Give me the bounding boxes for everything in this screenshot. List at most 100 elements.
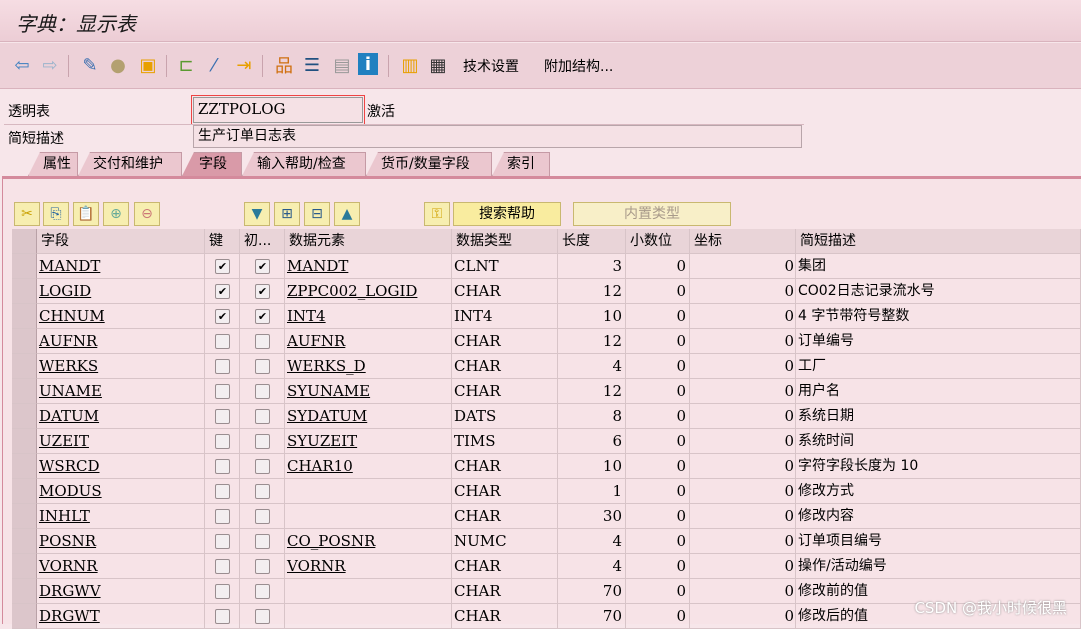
col-decimals[interactable]: 小数位 — [626, 229, 690, 254]
initial-checkbox[interactable] — [255, 484, 270, 499]
magic-wand-icon[interactable]: ⁄ — [202, 53, 226, 77]
data-type-cell[interactable]: CHAR — [452, 554, 558, 579]
short-desc-cell[interactable]: 系统日期 — [796, 404, 1081, 429]
key-checkbox[interactable] — [215, 609, 230, 624]
key-checkbox[interactable] — [215, 359, 230, 374]
paste-icon[interactable]: 📋 — [73, 202, 99, 226]
col-data-element[interactable]: 数据元素 — [285, 229, 452, 254]
short-desc-cell[interactable]: 集团 — [796, 254, 1081, 279]
sort-icon[interactable]: ▲ — [334, 202, 360, 226]
initial-checkbox[interactable] — [255, 409, 270, 424]
data-type-cell[interactable]: CHAR — [452, 354, 558, 379]
short-desc-cell[interactable]: 字符字段长度为 10 — [796, 454, 1081, 479]
coordinate-cell[interactable]: 0 — [690, 279, 796, 304]
append-structure-button[interactable]: 附加结构... — [544, 56, 613, 76]
field-name-cell[interactable]: VORNR — [37, 554, 205, 579]
data-element-cell[interactable]: SYDATUM — [285, 404, 452, 429]
col-short-desc[interactable]: 简短描述 — [796, 229, 1081, 254]
data-type-cell[interactable]: TIMS — [452, 429, 558, 454]
field-name-cell[interactable]: CHNUM — [37, 304, 205, 329]
columns-icon[interactable]: ▦ — [426, 53, 450, 77]
search-help-button[interactable]: 搜索帮助 — [453, 202, 561, 226]
coordinate-cell[interactable]: 0 — [690, 604, 796, 629]
coordinate-cell[interactable]: 0 — [690, 554, 796, 579]
row-selector[interactable] — [12, 604, 37, 629]
length-cell[interactable]: 12 — [558, 279, 626, 304]
initial-checkbox[interactable] — [255, 459, 270, 474]
insert-row-icon[interactable]: ⊕ — [103, 202, 129, 226]
coordinate-cell[interactable]: 0 — [690, 354, 796, 379]
data-type-cell[interactable]: NUMC — [452, 529, 558, 554]
row-selector[interactable] — [12, 479, 37, 504]
layout-icon[interactable]: ▤ — [330, 53, 354, 77]
initial-checkbox[interactable] — [255, 434, 270, 449]
field-name-cell[interactable]: UNAME — [37, 379, 205, 404]
initial-checkbox[interactable]: ✔ — [255, 309, 270, 324]
data-type-cell[interactable]: CHAR — [452, 329, 558, 354]
fields-icon[interactable]: ▥ — [398, 53, 422, 77]
row-selector[interactable] — [12, 254, 37, 279]
decimals-cell[interactable]: 0 — [626, 554, 690, 579]
decimals-cell[interactable]: 0 — [626, 479, 690, 504]
tech-settings-button[interactable]: 技术设置 — [463, 56, 519, 76]
initial-checkbox[interactable] — [255, 384, 270, 399]
length-cell[interactable]: 8 — [558, 404, 626, 429]
coordinate-cell[interactable]: 0 — [690, 529, 796, 554]
decimals-cell[interactable]: 0 — [626, 404, 690, 429]
row-selector[interactable] — [12, 529, 37, 554]
decimals-cell[interactable]: 0 — [626, 304, 690, 329]
key-checkbox[interactable] — [215, 484, 230, 499]
short-desc-cell[interactable]: CO02日志记录流水号 — [796, 279, 1081, 304]
short-desc-cell[interactable]: 修改内容 — [796, 504, 1081, 529]
tab-input-help-check[interactable]: 输入帮助/检查 — [242, 152, 366, 176]
short-desc-cell[interactable]: 订单项目编号 — [796, 529, 1081, 554]
decimals-cell[interactable]: 0 — [626, 529, 690, 554]
decimals-cell[interactable]: 0 — [626, 504, 690, 529]
decimals-cell[interactable]: 0 — [626, 254, 690, 279]
tab-fields[interactable]: 字段 — [182, 152, 242, 176]
coordinate-cell[interactable]: 0 — [690, 579, 796, 604]
col-key[interactable]: 键 — [205, 229, 240, 254]
col-length[interactable]: 长度 — [558, 229, 626, 254]
key-checkbox[interactable] — [215, 459, 230, 474]
short-description-input[interactable]: 生产订单日志表 — [193, 125, 802, 148]
initial-checkbox[interactable] — [255, 359, 270, 374]
field-name-cell[interactable]: WSRCD — [37, 454, 205, 479]
col-data-type[interactable]: 数据类型 — [452, 229, 558, 254]
builtin-type-button[interactable]: 内置类型 — [573, 202, 731, 226]
table-name-input[interactable]: ZZTPOLOG — [191, 95, 365, 125]
length-cell[interactable]: 70 — [558, 604, 626, 629]
data-element-cell[interactable]: WERKS_D — [285, 354, 452, 379]
data-element-cell[interactable]: ZPPC002_LOGID — [285, 279, 452, 304]
row-selector[interactable] — [12, 354, 37, 379]
decimals-cell[interactable]: 0 — [626, 329, 690, 354]
length-cell[interactable]: 30 — [558, 504, 626, 529]
field-name-cell[interactable]: UZEIT — [37, 429, 205, 454]
data-type-cell[interactable]: CHAR — [452, 504, 558, 529]
col-coordinate[interactable]: 坐标 — [690, 229, 796, 254]
tab-delivery-maintenance[interactable]: 交付和维护 — [78, 152, 182, 176]
data-type-cell[interactable]: CHAR — [452, 279, 558, 304]
row-selector[interactable] — [12, 404, 37, 429]
row-selector[interactable] — [12, 429, 37, 454]
row-selector[interactable] — [12, 454, 37, 479]
cut-icon[interactable]: ✂ — [14, 202, 40, 226]
data-element-cell[interactable] — [285, 479, 452, 504]
field-name-cell[interactable]: MANDT — [37, 254, 205, 279]
key-checkbox[interactable] — [215, 384, 230, 399]
decimals-cell[interactable]: 0 — [626, 579, 690, 604]
length-cell[interactable]: 10 — [558, 304, 626, 329]
decimals-cell[interactable]: 0 — [626, 354, 690, 379]
data-element-cell[interactable]: AUFNR — [285, 329, 452, 354]
short-desc-cell[interactable]: 订单编号 — [796, 329, 1081, 354]
col-initial[interactable]: 初... — [240, 229, 285, 254]
data-element-cell[interactable]: SYUNAME — [285, 379, 452, 404]
short-desc-cell[interactable]: 4 字节带符号整数 — [796, 304, 1081, 329]
length-cell[interactable]: 3 — [558, 254, 626, 279]
data-element-cell[interactable]: MANDT — [285, 254, 452, 279]
data-element-cell[interactable] — [285, 504, 452, 529]
expand-icon[interactable]: ⊞ — [274, 202, 300, 226]
field-name-cell[interactable]: DATUM — [37, 404, 205, 429]
initial-checkbox[interactable] — [255, 509, 270, 524]
hierarchy-icon[interactable]: 品 — [272, 53, 296, 77]
